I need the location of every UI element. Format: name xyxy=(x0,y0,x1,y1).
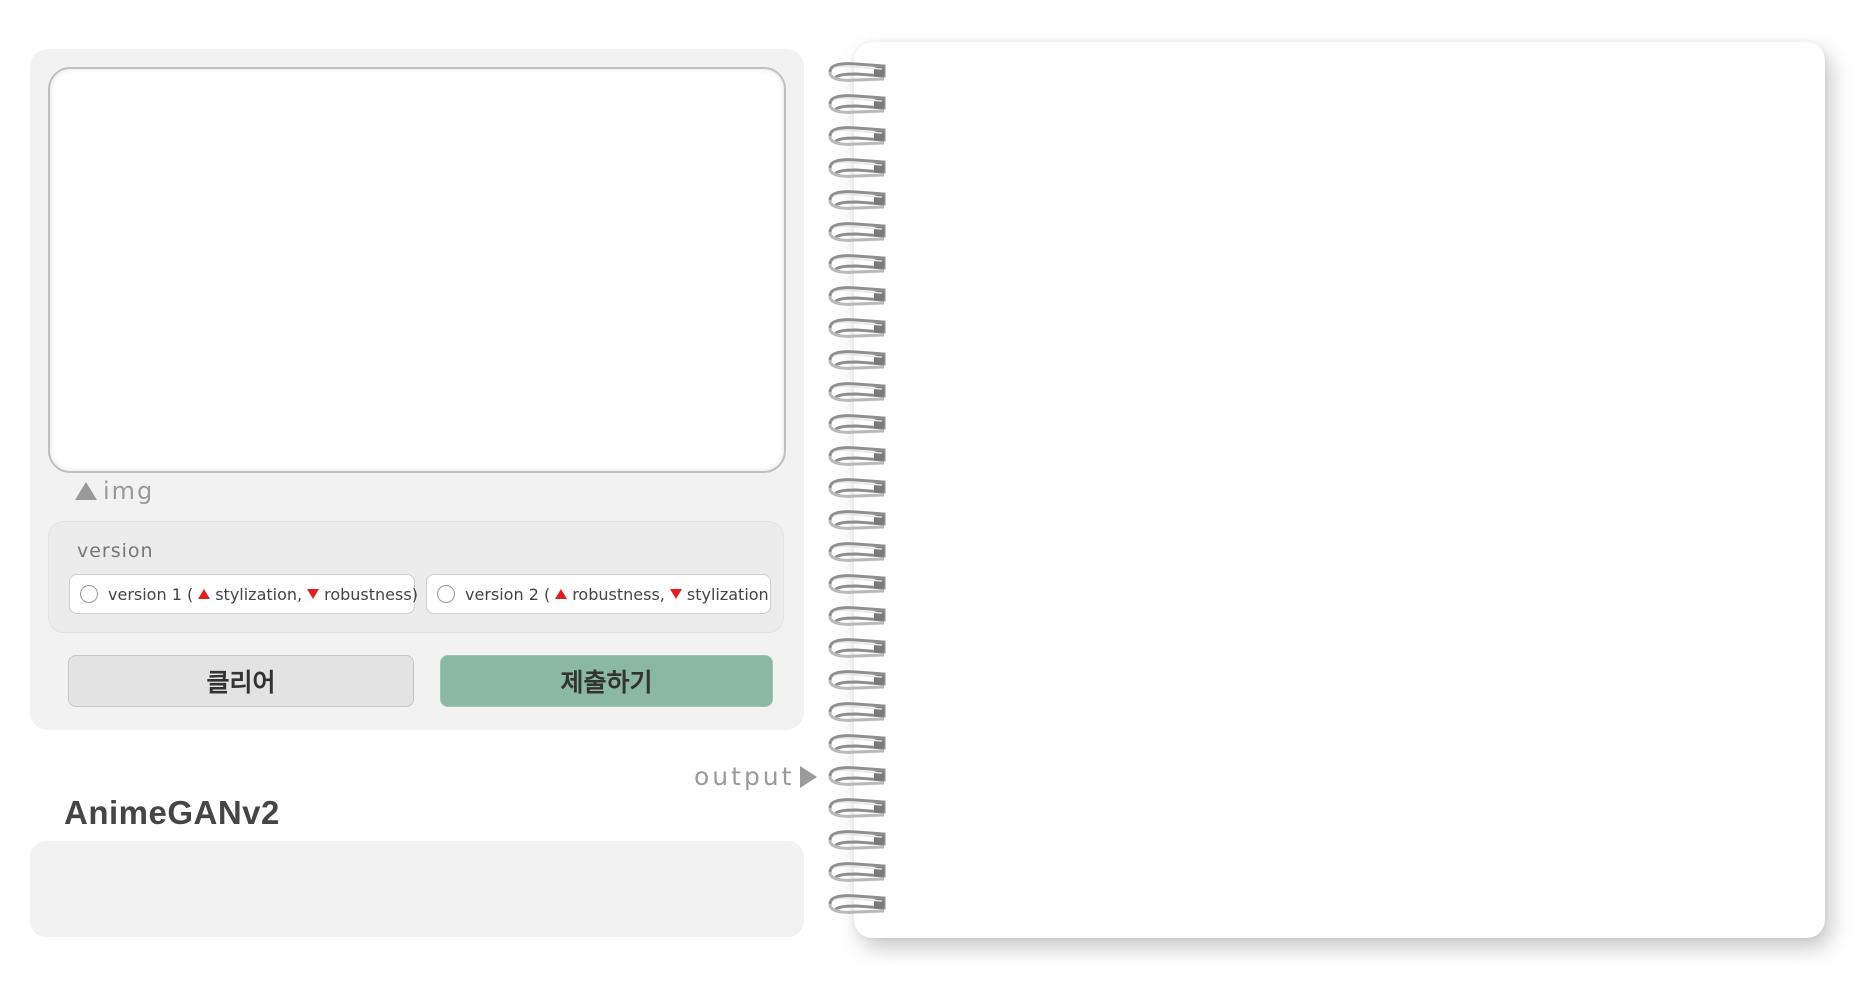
spiral-ring xyxy=(828,62,886,82)
output-label-text: output xyxy=(694,762,795,791)
input-panel: img version version 1 ( stylization, rob… xyxy=(30,49,804,730)
spiral-ring xyxy=(828,318,886,338)
output-label: output xyxy=(694,762,818,791)
version-1-option[interactable]: version 1 ( stylization, robustness) xyxy=(69,574,418,614)
triangle-down-icon xyxy=(669,589,682,599)
spiral-ring xyxy=(828,894,886,914)
spiral-ring xyxy=(828,158,886,178)
spiral-ring xyxy=(828,734,886,754)
spiral-ring xyxy=(828,702,886,722)
triangle-up-icon xyxy=(75,482,97,500)
app-title: AnimeGANv2 xyxy=(64,794,280,831)
version-2-up-label: robustness, xyxy=(572,584,665,604)
description-box xyxy=(30,841,804,937)
spiral-ring xyxy=(828,414,886,434)
spiral-ring xyxy=(828,542,886,562)
triangle-right-icon xyxy=(800,765,818,788)
triangle-down-icon xyxy=(307,589,320,599)
spiral-ring xyxy=(828,766,886,786)
spiral-ring xyxy=(828,446,886,466)
clear-button[interactable]: 클리어 xyxy=(68,655,414,707)
version-1-down-label: robustness) xyxy=(324,584,418,604)
spiral-ring xyxy=(828,478,886,498)
spiral-ring xyxy=(828,286,886,306)
version-1-up-label: stylization, xyxy=(215,584,303,604)
triangle-up-icon xyxy=(198,589,211,599)
spiral-ring xyxy=(828,222,886,242)
version-title: version xyxy=(77,540,154,562)
spiral-ring xyxy=(828,830,886,850)
image-input-label: img xyxy=(75,477,154,505)
version-2-option[interactable]: version 2 ( robustness, stylization xyxy=(426,574,771,614)
image-upload-dropzone[interactable] xyxy=(48,67,786,473)
version-2-prefix: version 2 ( xyxy=(465,584,551,604)
spiral-ring xyxy=(828,638,886,658)
spiral-ring xyxy=(828,254,886,274)
spiral-ring xyxy=(828,798,886,818)
spiral-ring xyxy=(828,862,886,882)
version-2-down-label: stylization xyxy=(686,584,769,604)
spiral-ring xyxy=(828,606,886,626)
spiral-ring xyxy=(828,190,886,210)
version-radio-group: version version 1 ( stylization, robustn… xyxy=(48,521,784,633)
version-1-prefix: version 1 ( xyxy=(108,584,194,604)
image-label-text: img xyxy=(103,477,155,505)
radio-circle-icon[interactable] xyxy=(80,585,98,603)
radio-circle-icon[interactable] xyxy=(437,585,455,603)
notebook-spiral-binding xyxy=(828,62,886,914)
spiral-ring xyxy=(828,670,886,690)
submit-button[interactable]: 제출하기 xyxy=(440,655,773,707)
triangle-up-icon xyxy=(555,589,568,599)
output-image-panel xyxy=(854,42,1825,938)
spiral-ring xyxy=(828,350,886,370)
spiral-ring xyxy=(828,510,886,530)
spiral-ring xyxy=(828,382,886,402)
spiral-ring xyxy=(828,94,886,114)
spiral-ring xyxy=(828,574,886,594)
spiral-ring xyxy=(828,126,886,146)
